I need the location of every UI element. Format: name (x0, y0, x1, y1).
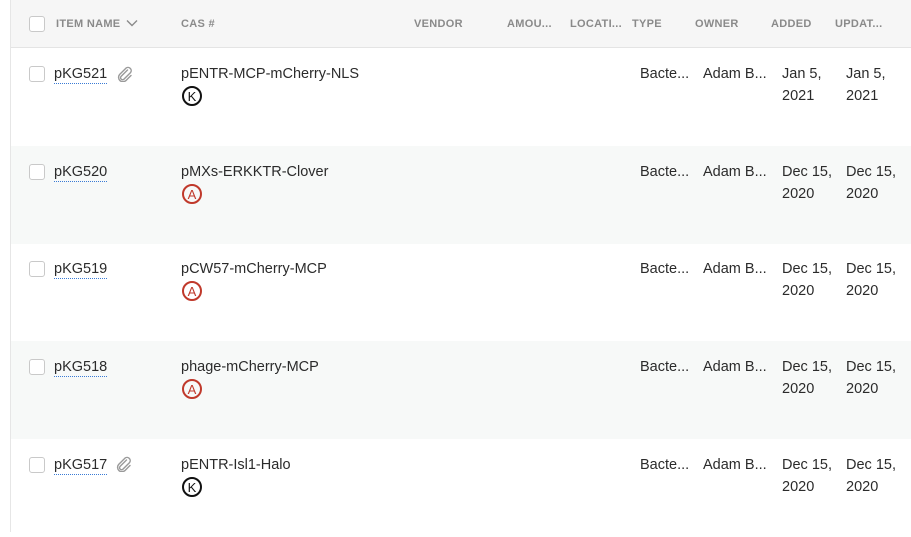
chevron-down-icon (126, 20, 138, 27)
row-checkbox[interactable] (29, 359, 45, 375)
updated-date-line2: 2021 (846, 88, 879, 104)
cas-value: pENTR-MCP-mCherry-NLS (181, 66, 360, 82)
added-value: Dec 15, 2020 (782, 356, 832, 400)
column-header-cas[interactable]: CAS # (181, 18, 215, 30)
updated-date-line2: 2020 (846, 283, 879, 299)
status-badge-a: A (182, 379, 202, 399)
updated-date-line1: Dec 15, (846, 261, 896, 277)
column-header-item-name[interactable]: ITEM NAME (56, 18, 138, 30)
table-header: ITEM NAME CAS # VENDOR AMOU... LOCATI...… (11, 0, 911, 48)
cas-value: pCW57-mCherry-MCP (181, 261, 327, 277)
row-checkbox[interactable] (29, 66, 45, 82)
updated-date-line1: Dec 15, (846, 457, 896, 473)
type-value: Bacte... (640, 66, 690, 82)
updated-value: Jan 5, 2021 (846, 63, 886, 107)
select-all-checkbox[interactable] (29, 16, 45, 32)
cas-value: pMXs-ERKKTR-Clover (181, 164, 329, 180)
table-row[interactable]: pKG517 pENTR-Isl1-Halo K Bacte... Adam B… (11, 439, 911, 537)
added-date-line1: Dec 15, (782, 359, 832, 375)
status-badge-k: K (182, 86, 202, 106)
updated-date-line1: Dec 15, (846, 164, 896, 180)
owner-value: Adam B... (703, 457, 767, 473)
item-name-link[interactable]: pKG519 (54, 261, 108, 279)
added-value: Dec 15, 2020 (782, 258, 832, 302)
updated-value: Dec 15, 2020 (846, 161, 896, 205)
added-date-line2: 2020 (782, 381, 815, 397)
updated-value: Dec 15, 2020 (846, 454, 896, 498)
added-value: Jan 5, 2021 (782, 63, 822, 107)
item-name-link[interactable]: pKG520 (54, 164, 108, 182)
item-name-link[interactable]: pKG518 (54, 359, 108, 377)
updated-value: Dec 15, 2020 (846, 258, 896, 302)
status-badge-a: A (182, 281, 202, 301)
column-header-updated[interactable]: UPDAT... (835, 18, 882, 30)
owner-value: Adam B... (703, 66, 767, 82)
added-value: Dec 15, 2020 (782, 454, 832, 498)
column-label-item-name: ITEM NAME (56, 18, 121, 30)
updated-value: Dec 15, 2020 (846, 356, 896, 400)
item-name-link[interactable]: pKG517 (54, 457, 108, 475)
status-badge-k: K (182, 477, 202, 497)
attachment-icon[interactable] (115, 456, 133, 472)
added-date-line2: 2021 (782, 88, 815, 104)
table-row[interactable]: pKG521 pENTR-MCP-mCherry-NLS K Bacte... … (11, 48, 911, 146)
status-badge-a: A (182, 184, 202, 204)
column-header-vendor[interactable]: VENDOR (414, 18, 463, 30)
type-value: Bacte... (640, 457, 690, 473)
attachment-icon[interactable] (116, 66, 134, 82)
type-value: Bacte... (640, 164, 690, 180)
table-row[interactable]: pKG519 pCW57-mCherry-MCP A Bacte... Adam… (11, 243, 911, 341)
row-checkbox[interactable] (29, 261, 45, 277)
updated-date-line1: Dec 15, (846, 359, 896, 375)
inventory-table: ITEM NAME CAS # VENDOR AMOU... LOCATI...… (10, 0, 911, 532)
column-header-owner[interactable]: OWNER (695, 18, 739, 30)
table-row[interactable]: pKG518 phage-mCherry-MCP A Bacte... Adam… (11, 341, 911, 439)
updated-date-line2: 2020 (846, 186, 879, 202)
owner-value: Adam B... (703, 359, 767, 375)
cas-value: phage-mCherry-MCP (181, 359, 319, 375)
table-row[interactable]: pKG520 pMXs-ERKKTR-Clover A Bacte... Ada… (11, 146, 911, 244)
owner-value: Adam B... (703, 261, 767, 277)
type-value: Bacte... (640, 359, 690, 375)
column-header-type[interactable]: TYPE (632, 18, 662, 30)
column-header-location[interactable]: LOCATI... (570, 18, 622, 30)
owner-value: Adam B... (703, 164, 767, 180)
added-date-line1: Dec 15, (782, 261, 832, 277)
row-checkbox[interactable] (29, 164, 45, 180)
updated-date-line2: 2020 (846, 479, 879, 495)
row-checkbox[interactable] (29, 457, 45, 473)
updated-date-line1: Jan 5, (846, 66, 886, 82)
column-header-added[interactable]: ADDED (771, 18, 812, 30)
cas-value: pENTR-Isl1-Halo (181, 457, 291, 473)
type-value: Bacte... (640, 261, 690, 277)
updated-date-line2: 2020 (846, 381, 879, 397)
column-header-amount[interactable]: AMOU... (507, 18, 552, 30)
added-value: Dec 15, 2020 (782, 161, 832, 205)
added-date-line1: Dec 15, (782, 164, 832, 180)
added-date-line2: 2020 (782, 186, 815, 202)
added-date-line1: Dec 15, (782, 457, 832, 473)
added-date-line1: Jan 5, (782, 66, 822, 82)
added-date-line2: 2020 (782, 283, 815, 299)
added-date-line2: 2020 (782, 479, 815, 495)
item-name-link[interactable]: pKG521 (54, 66, 108, 84)
